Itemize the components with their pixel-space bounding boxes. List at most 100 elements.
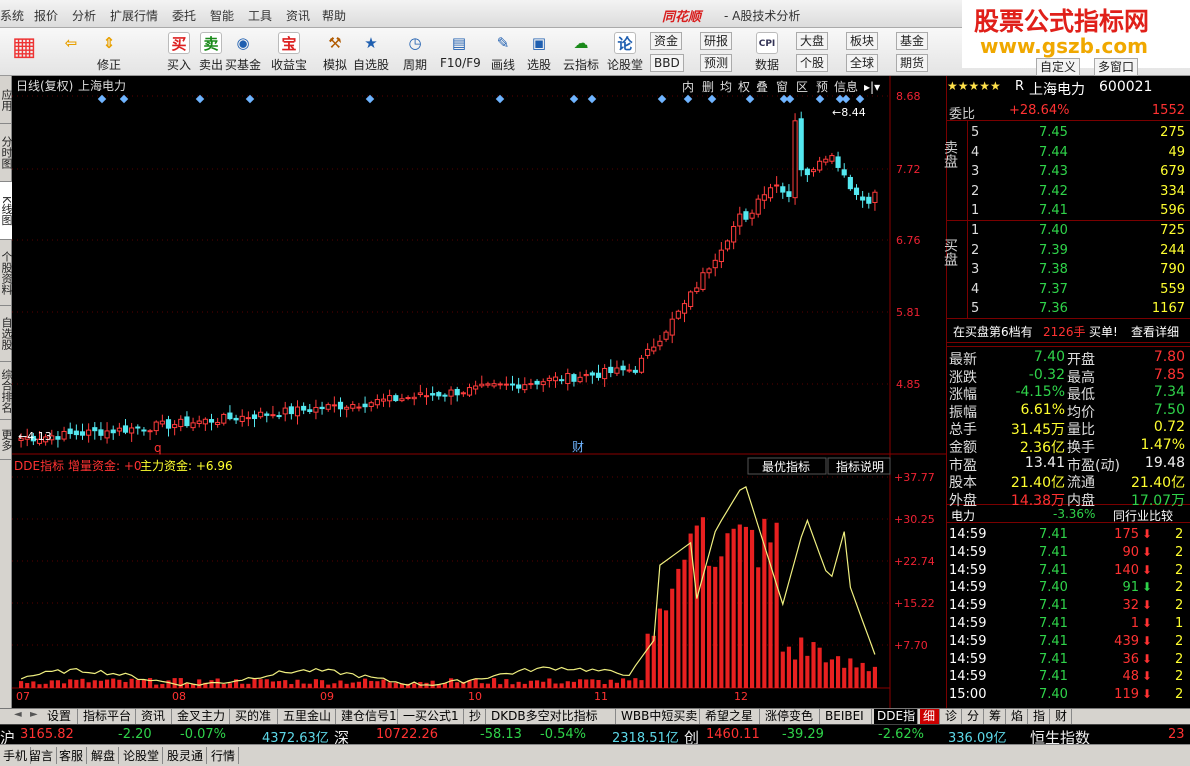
- toolbar-button-画线[interactable]: ✎ 画线: [484, 30, 522, 74]
- chart-tool-6[interactable]: 区: [796, 80, 808, 94]
- status-item[interactable]: 客服: [56, 747, 88, 764]
- toolbar-small-button[interactable]: 资金: [650, 32, 683, 50]
- toolbar-small-button[interactable]: 研报: [700, 32, 733, 50]
- status-item[interactable]: 论股堂: [120, 747, 164, 764]
- toolbar-button-模拟[interactable]: ⚒ 模拟: [316, 30, 354, 74]
- toolbar-button-数据[interactable]: CPI 数据: [748, 30, 786, 74]
- chart-tool-1[interactable]: 删: [702, 80, 714, 94]
- kline-chart-area[interactable]: 日线(复权) 上海电力 内删均权叠窗区预信息 ▸|▾ 8.68 7.72 6.76 5.81 4…: [12, 76, 946, 708]
- menu-item[interactable]: 资讯: [286, 7, 310, 24]
- side-tab-3[interactable]: 个股资料: [0, 240, 13, 306]
- side-tab-1[interactable]: 分时图: [0, 124, 13, 182]
- dde-bar: [455, 682, 460, 688]
- indicator-tab[interactable]: 指标平台: [80, 709, 136, 725]
- menu-item[interactable]: 帮助: [322, 7, 346, 24]
- toolbar-button-自选股[interactable]: ★ 自选股: [352, 30, 390, 74]
- indicator-tab[interactable]: 诊: [942, 709, 962, 725]
- toolbar-button-收益宝[interactable]: 宝收益宝: [270, 30, 308, 74]
- indicator-tab[interactable]: 设置: [44, 709, 78, 725]
- menu-item[interactable]: 工具: [248, 7, 272, 24]
- tab-scroll-left-icon[interactable]: ◄: [14, 709, 22, 720]
- indicator-tab[interactable]: 细: [920, 709, 940, 725]
- chart-tool-7[interactable]: 预: [816, 80, 828, 94]
- status-item[interactable]: 留言: [26, 747, 58, 764]
- menu-item[interactable]: 扩展行情: [110, 7, 158, 24]
- toolbar-small-button[interactable]: 板块: [846, 32, 879, 50]
- price-tick-label: 7.72: [896, 163, 921, 176]
- indicator-tab[interactable]: BEIBEI: [822, 709, 872, 725]
- indicator-tab[interactable]: DDE指: [874, 709, 918, 725]
- indicator-tab[interactable]: 买的准: [232, 709, 278, 725]
- side-tab-4[interactable]: 自选股: [0, 306, 13, 362]
- chart-tool-8[interactable]: 信息: [834, 79, 858, 94]
- toolbar-small-button[interactable]: 全球: [846, 54, 879, 72]
- chart-tool-2[interactable]: 均: [720, 80, 732, 94]
- toolbar-small-button[interactable]: 预测: [700, 54, 733, 72]
- chart-canvas[interactable]: 日线(复权) 上海电力 内删均权叠窗区预信息 ▸|▾ 8.68 7.72 6.76 5.81 4…: [12, 76, 946, 708]
- toolbar-small-button[interactable]: 基金: [896, 32, 929, 50]
- chart-expand-icon[interactable]: ▸|▾: [864, 80, 880, 94]
- toolbar-small-button[interactable]: 期货: [896, 54, 929, 72]
- status-item[interactable]: 行情: [208, 747, 240, 764]
- indicator-tab[interactable]: 一买公式1: [400, 709, 464, 725]
- indicator-tab[interactable]: 财: [1052, 709, 1072, 725]
- candle-body: [411, 396, 417, 400]
- indicator-tab[interactable]: 抄: [466, 709, 486, 725]
- tab-scroll-right-icon[interactable]: ►: [30, 709, 38, 720]
- dde-bar: [682, 559, 687, 688]
- indicator-tab[interactable]: 五里金山: [280, 709, 336, 725]
- toolbar-small-button[interactable]: 大盘: [796, 32, 829, 50]
- toolbar-button-选股[interactable]: ▣ 选股: [520, 30, 558, 74]
- toolbar-button-云指标[interactable]: ☁ 云指标: [562, 30, 600, 74]
- indicator-help-button[interactable]: 指标说明: [836, 459, 884, 474]
- indicator-tab[interactable]: 分: [964, 709, 984, 725]
- menu-item[interactable]: 委托: [172, 7, 196, 24]
- menu-item[interactable]: 系统: [0, 7, 24, 24]
- toolbar-button-back-arrow-icon[interactable]: ⇦: [52, 30, 90, 74]
- status-item[interactable]: 股灵通: [164, 747, 208, 764]
- chart-tool-4[interactable]: 叠: [756, 80, 768, 94]
- toolbar-button-F10/F9[interactable]: ▤ F10/F9: [440, 30, 481, 74]
- toolbar-small-button[interactable]: 个股: [796, 54, 829, 72]
- toolbar-small-button[interactable]: 自定义: [1036, 58, 1081, 76]
- indicator-tab[interactable]: 资讯: [138, 709, 172, 725]
- index-value: -0.07%: [180, 727, 226, 742]
- trade-volume: 119: [1114, 687, 1139, 703]
- indicator-tab[interactable]: 焰: [1008, 709, 1028, 725]
- side-tab-2[interactable]: K线图: [0, 182, 13, 240]
- menu-item[interactable]: 报价: [34, 7, 58, 24]
- toolbar-button-买基金[interactable]: ◉ 买基金: [224, 30, 262, 74]
- indicator-tab[interactable]: 金叉主力: [174, 709, 230, 725]
- chart-tool-0[interactable]: 内: [682, 80, 694, 94]
- side-tab-6[interactable]: 更多: [0, 420, 13, 460]
- toolbar-small-button[interactable]: 多窗口: [1094, 58, 1139, 76]
- status-item[interactable]: 解盘: [88, 747, 120, 764]
- industry-compare-link[interactable]: 同行业比较: [1113, 507, 1173, 524]
- toolbar-button-周期[interactable]: ◷ 周期: [396, 30, 434, 74]
- big-order-notice[interactable]: 在买盘第6档有 2126手 买单! 查看详细: [947, 322, 1190, 340]
- indicator-tab[interactable]: 指: [1030, 709, 1050, 725]
- indicator-tab[interactable]: DKDB多空对比指标: [488, 709, 616, 725]
- notice-detail-link[interactable]: 查看详细: [1131, 323, 1179, 340]
- dde-bar: [645, 633, 650, 688]
- indicator-tab[interactable]: 希望之星: [702, 709, 760, 725]
- side-tab-5[interactable]: 综合排名: [0, 362, 13, 420]
- toolbar-small-button[interactable]: BBD: [650, 54, 684, 72]
- indicator-tab[interactable]: 建仓信号1: [338, 709, 398, 725]
- candle-body: [153, 421, 159, 432]
- indicator-tab[interactable]: WBB中短买卖: [618, 709, 700, 725]
- index-value: -58.13: [480, 727, 522, 742]
- dde-bar: [584, 679, 589, 688]
- best-indicator-button[interactable]: 最优指标: [762, 459, 810, 474]
- candle-body: [749, 212, 755, 219]
- side-tab-0[interactable]: 应用: [0, 76, 13, 124]
- menu-item[interactable]: 智能: [210, 7, 234, 24]
- toolbar-button-修正[interactable]: ⇕ 修正: [90, 30, 128, 74]
- indicator-tab[interactable]: 涨停变色: [762, 709, 820, 725]
- chart-tool-3[interactable]: 权: [738, 80, 750, 94]
- menu-item[interactable]: 分析: [72, 7, 96, 24]
- toolbar-button-论股堂[interactable]: 论论股堂: [606, 30, 644, 74]
- chart-tool-5[interactable]: 窗: [776, 80, 788, 94]
- indicator-tab[interactable]: 筹: [986, 709, 1006, 725]
- toolbar-button-window-icon[interactable]: ▦: [4, 30, 44, 74]
